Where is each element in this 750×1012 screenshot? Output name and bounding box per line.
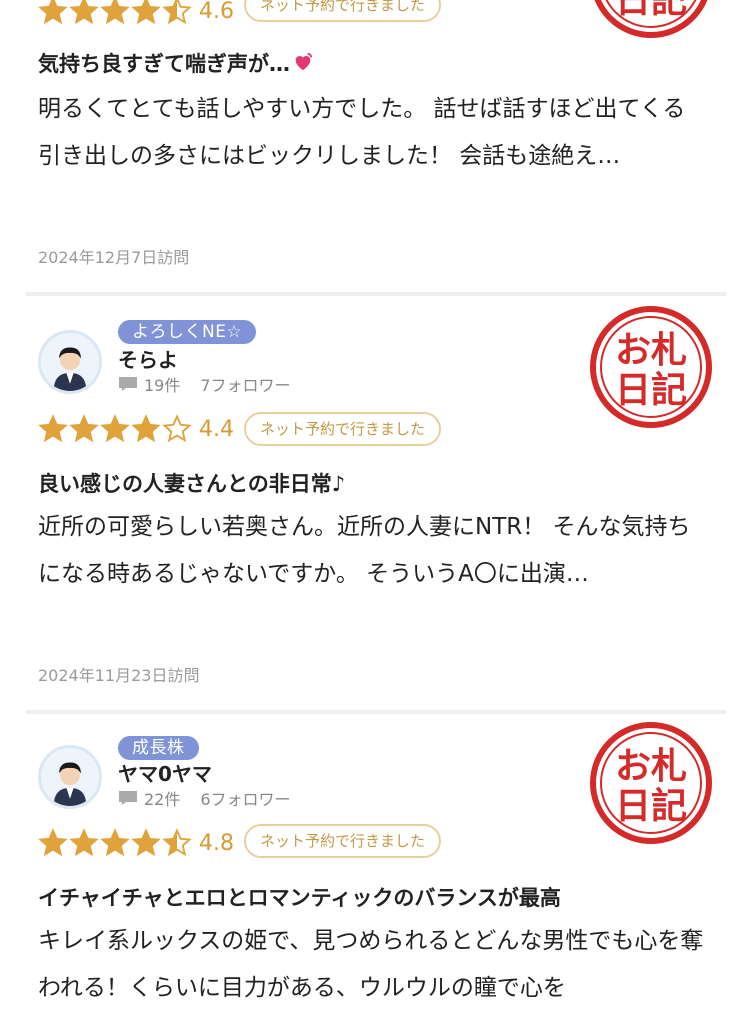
thank-you-diary-stamp-icon[interactable]: お札 日記 bbox=[588, 304, 714, 430]
net-reservation-badge: ネット予約で行きました bbox=[244, 824, 442, 858]
net-reservation-badge: ネット予約で行きました bbox=[244, 412, 442, 446]
star-full-icon bbox=[38, 414, 68, 443]
star-half-icon bbox=[162, 0, 192, 25]
star-full-icon bbox=[131, 414, 161, 443]
svg-text:お札: お札 bbox=[615, 330, 687, 371]
avatar[interactable] bbox=[38, 330, 102, 394]
star-full-icon bbox=[100, 0, 130, 25]
follower-count[interactable]: 7フォロワー bbox=[200, 372, 290, 396]
net-reservation-badge: ネット予約で行きました bbox=[244, 0, 442, 22]
star-full-icon bbox=[131, 0, 161, 25]
star-rating: 4.4 bbox=[38, 414, 234, 444]
divider bbox=[26, 292, 726, 296]
review-title: 気持ち良すぎて喘ぎ声が… bbox=[38, 48, 314, 78]
rating-value: 4.4 bbox=[199, 416, 234, 442]
rating-value: 4.6 bbox=[199, 0, 234, 24]
star-rating: 4.6 bbox=[38, 0, 234, 26]
user-stats: 19件 7フォロワー bbox=[118, 372, 291, 396]
rank-badge: 成長株 bbox=[118, 736, 199, 760]
review-count-icon bbox=[119, 377, 137, 391]
star-full-icon bbox=[131, 828, 161, 857]
user-avatar-icon bbox=[42, 334, 98, 391]
review-body[interactable]: 明るくてとても話しやすい方でした。 話せば話すほど出てくる引き出しの多さにはビッ… bbox=[38, 86, 708, 180]
visit-date: 2024年12月7日訪問 bbox=[38, 248, 190, 267]
post-count: 22件 bbox=[144, 790, 181, 809]
username[interactable]: ヤマ0ヤマ bbox=[118, 758, 212, 787]
post-count: 19件 bbox=[144, 376, 181, 395]
star-full-icon bbox=[100, 828, 130, 857]
star-rating: 4.8 bbox=[38, 828, 234, 858]
divider bbox=[26, 710, 726, 714]
star-full-icon bbox=[38, 828, 68, 857]
thank-you-diary-stamp-icon[interactable]: お札 日記 bbox=[588, 720, 714, 846]
user-avatar-icon bbox=[42, 749, 98, 806]
review-body[interactable]: キレイ系ルックスの姫で、見つめられるとどんな男性でも心を奪われる！くらいに目力が… bbox=[38, 918, 708, 1012]
svg-text:日記: 日記 bbox=[615, 0, 687, 21]
rank-badge: よろしくNE☆ bbox=[118, 320, 257, 344]
review-body[interactable]: 近所の可愛らしい若奥さん。近所の人妻にNTR！ そんな気持ちになる時あるじゃない… bbox=[38, 504, 708, 598]
user-stats: 22件 6フォロワー bbox=[118, 786, 291, 810]
star-empty-icon bbox=[162, 414, 192, 443]
review-title: 良い感じの人妻さんとの非日常♪ bbox=[38, 472, 346, 496]
svg-text:日記: 日記 bbox=[615, 786, 687, 827]
review-title: イチャイチャとエロとロマンティックのバランスが最高 bbox=[38, 886, 561, 910]
heart-icon bbox=[295, 52, 313, 71]
star-full-icon bbox=[69, 414, 99, 443]
username[interactable]: そらよ bbox=[118, 344, 178, 373]
review-count-icon bbox=[119, 791, 137, 805]
visit-date: 2024年11月23日訪問 bbox=[38, 666, 200, 685]
avatar[interactable] bbox=[38, 745, 102, 809]
star-full-icon bbox=[69, 0, 99, 25]
thank-you-diary-stamp-icon[interactable]: お札 日記 bbox=[588, 0, 714, 40]
star-half-icon bbox=[162, 828, 192, 857]
star-full-icon bbox=[38, 0, 68, 25]
svg-text:日記: 日記 bbox=[615, 370, 687, 411]
rating-value: 4.8 bbox=[199, 830, 234, 856]
follower-count[interactable]: 6フォロワー bbox=[200, 786, 290, 810]
svg-text:お札: お札 bbox=[615, 746, 687, 787]
star-full-icon bbox=[69, 828, 99, 857]
star-full-icon bbox=[100, 414, 130, 443]
